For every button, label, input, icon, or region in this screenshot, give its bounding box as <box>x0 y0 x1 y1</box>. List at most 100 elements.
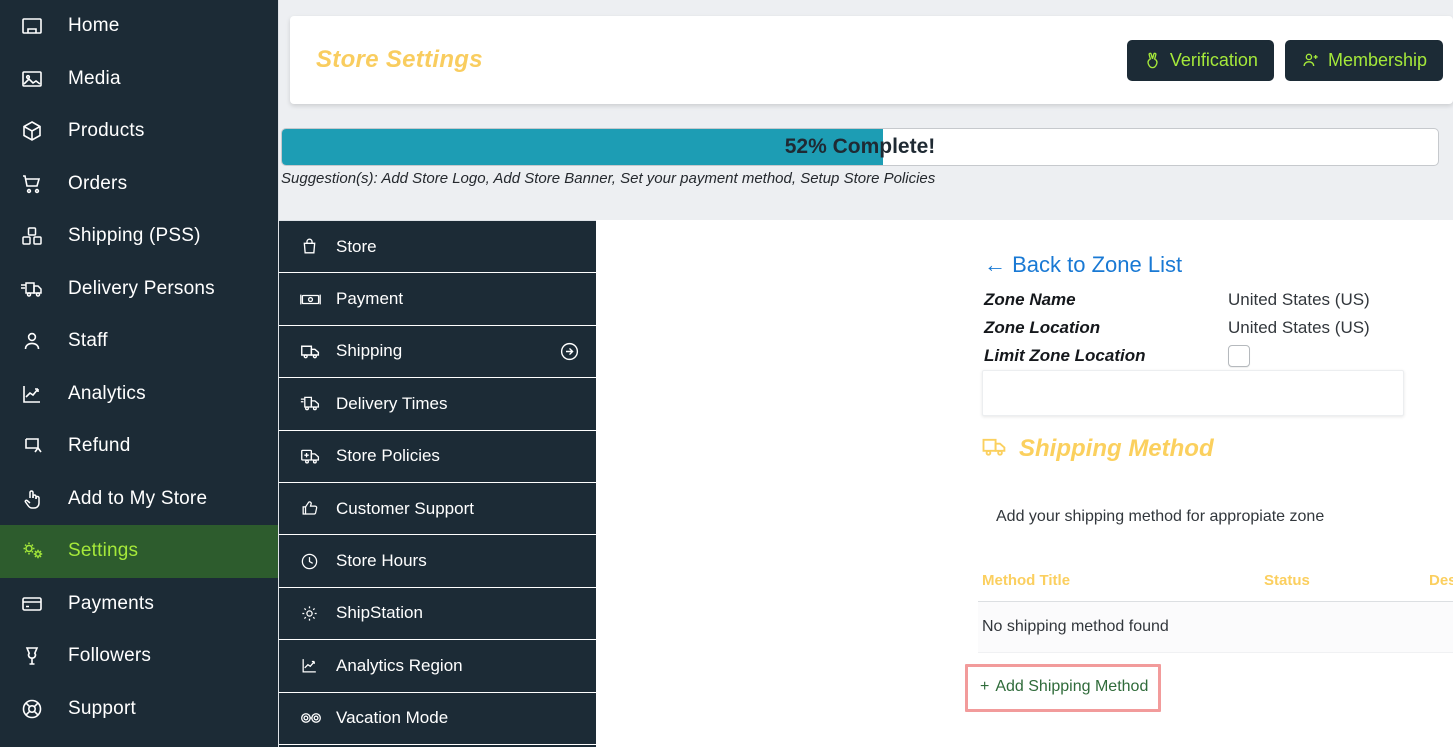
sidebar-item-delivery-persons[interactable]: Delivery Persons <box>0 263 278 316</box>
main-region: Store Settings Verification Membership 5… <box>279 0 1453 747</box>
zone-fields: Zone Name United States (US) Zone Locati… <box>984 286 1370 370</box>
return-arrow-icon <box>20 433 54 459</box>
sidebar-item-label: Payments <box>68 592 155 614</box>
verification-button[interactable]: Verification <box>1126 39 1274 81</box>
sidebar-item-label: Refund <box>68 435 131 457</box>
settings-item-label: Store Hours <box>336 551 427 571</box>
user-plus-icon <box>1301 51 1320 70</box>
settings-item-label: Payment <box>336 289 404 309</box>
settings-item-customer-support[interactable]: Customer Support <box>279 483 596 536</box>
shipping-method-title: Shipping Method <box>1019 435 1214 462</box>
verification-label: Verification <box>1169 49 1258 70</box>
home-icon <box>20 13 54 39</box>
page-title: Store Settings <box>316 46 483 73</box>
sidebar-item-label: Shipping (PSS) <box>68 225 201 247</box>
sidebar-item-analytics[interactable]: Analytics <box>0 368 278 421</box>
lifebuoy-icon <box>20 696 54 722</box>
sidebar-item-staff[interactable]: Staff <box>0 315 278 368</box>
settings-item-label: Analytics Region <box>336 655 463 675</box>
peace-hand-icon <box>1143 51 1162 70</box>
add-shipping-method-button[interactable]: + Add Shipping Method <box>980 678 1148 696</box>
settings-item-analytics-region[interactable]: Analytics Region <box>279 640 596 693</box>
box-icon <box>20 118 54 144</box>
app-root: Home Media Products Orders Shipping (PSS <box>0 0 1453 747</box>
sidebar-item-label: Support <box>68 697 136 719</box>
sidebar-item-media[interactable]: Media <box>0 53 278 106</box>
sidebar-item-products[interactable]: Products <box>0 105 278 158</box>
chart-line-icon <box>20 381 54 407</box>
membership-button[interactable]: Membership <box>1284 39 1443 81</box>
settings-item-label: Store Policies <box>336 446 440 466</box>
shipping-method-table: Method Title Status Description No shipp… <box>978 572 1453 653</box>
zone-location-label: Zone Location <box>984 318 1101 337</box>
policy-truck-icon <box>300 445 324 467</box>
add-shipping-method-wrapper: + Add Shipping Method <box>970 666 1162 708</box>
cart-icon <box>20 171 54 197</box>
zone-detail-panel: ← Back to Zone List Zone Name United Sta… <box>596 220 1453 747</box>
sidebar-item-home[interactable]: Home <box>0 0 278 53</box>
shopping-bag-icon <box>300 236 324 258</box>
sidebar-item-label: Delivery Persons <box>68 277 215 299</box>
column-header-status: Status <box>1264 572 1310 589</box>
sidebar-item-followers[interactable]: Followers <box>0 630 278 683</box>
settings-item-shipping[interactable]: Shipping <box>279 326 596 379</box>
back-to-zone-list-link[interactable]: ← Back to Zone List <box>984 252 1182 278</box>
zone-name-value: United States (US) <box>1228 290 1370 309</box>
zone-name-row: Zone Name United States (US) <box>984 286 1370 314</box>
sidebar-item-payments[interactable]: Payments <box>0 578 278 631</box>
gear-icon <box>300 602 324 624</box>
table-empty-row: No shipping method found <box>978 602 1453 653</box>
hand-pointer-icon <box>20 486 54 512</box>
sidebar-item-support[interactable]: Support <box>0 683 278 736</box>
settings-item-shipstation[interactable]: ShipStation <box>279 588 596 641</box>
sidebar-item-label: Add to My Store <box>68 487 208 509</box>
shipping-method-subtitle: Add your shipping method for appropiate … <box>996 508 1325 525</box>
sidebar-item-refund[interactable]: Refund <box>0 420 278 473</box>
image-icon <box>20 66 54 92</box>
sidebar-item-label: Analytics <box>68 382 146 404</box>
truck-icon <box>981 436 1008 463</box>
shipping-method-heading: Shipping Method <box>981 435 1214 463</box>
zone-location-row: Zone Location United States (US) <box>984 314 1370 342</box>
sidebar-item-add-to-my-store[interactable]: Add to My Store <box>0 473 278 526</box>
settings-item-payment[interactable]: Payment <box>279 273 596 326</box>
sidebar-item-orders[interactable]: Orders <box>0 158 278 211</box>
column-header-method-title: Method Title <box>982 572 1071 589</box>
table-header-row: Method Title Status Description <box>978 572 1453 602</box>
progress-bar: 52% Complete! <box>281 128 1439 166</box>
zone-name-label: Zone Name <box>984 290 1076 309</box>
delivery-truck-icon <box>20 276 54 302</box>
sidebar-item-label: Staff <box>68 330 108 352</box>
settings-item-store[interactable]: Store <box>279 221 596 274</box>
settings-item-label: Store <box>336 236 377 256</box>
store-progress: 52% Complete! <box>281 128 1439 166</box>
arrow-circle-right-icon[interactable] <box>559 341 580 362</box>
sidebar-item-label: Settings <box>68 540 139 562</box>
settings-item-delivery-times[interactable]: Delivery Times <box>279 378 596 431</box>
settings-item-vacation-mode[interactable]: Vacation Mode <box>279 693 596 745</box>
settings-item-store-policies[interactable]: Store Policies <box>279 431 596 483</box>
sidebar-item-label: Followers <box>68 645 152 667</box>
sidebar-item-settings[interactable]: Settings <box>0 525 278 578</box>
limit-zone-location-row: Limit Zone Location <box>984 342 1370 370</box>
suggestions-text: Suggestion(s): Add Store Logo, Add Store… <box>281 170 936 187</box>
credit-card-icon <box>20 591 54 617</box>
settings-item-label: Customer Support <box>336 498 474 518</box>
settings-item-label: Shipping <box>336 341 403 361</box>
settings-item-store-hours[interactable]: Store Hours <box>279 535 596 588</box>
zone-location-input[interactable] <box>982 370 1404 416</box>
delivery-time-icon <box>300 393 324 415</box>
settings-item-label: Delivery Times <box>336 393 448 413</box>
add-shipping-method-label: Add Shipping Method <box>995 678 1149 695</box>
packages-icon <box>20 223 54 249</box>
clock-icon <box>300 550 324 572</box>
progress-label: 52% Complete! <box>784 135 936 158</box>
limit-zone-location-checkbox[interactable] <box>1228 345 1250 367</box>
gears-icon <box>20 538 54 564</box>
sidebar-item-label: Home <box>68 15 120 37</box>
column-header-description: Description <box>1429 572 1453 589</box>
truck-icon <box>300 340 324 362</box>
sidebar-item-label: Media <box>68 67 121 89</box>
sidebar-item-shipping-pss[interactable]: Shipping (PSS) <box>0 210 278 263</box>
sidebar-item-label: Products <box>68 120 145 142</box>
